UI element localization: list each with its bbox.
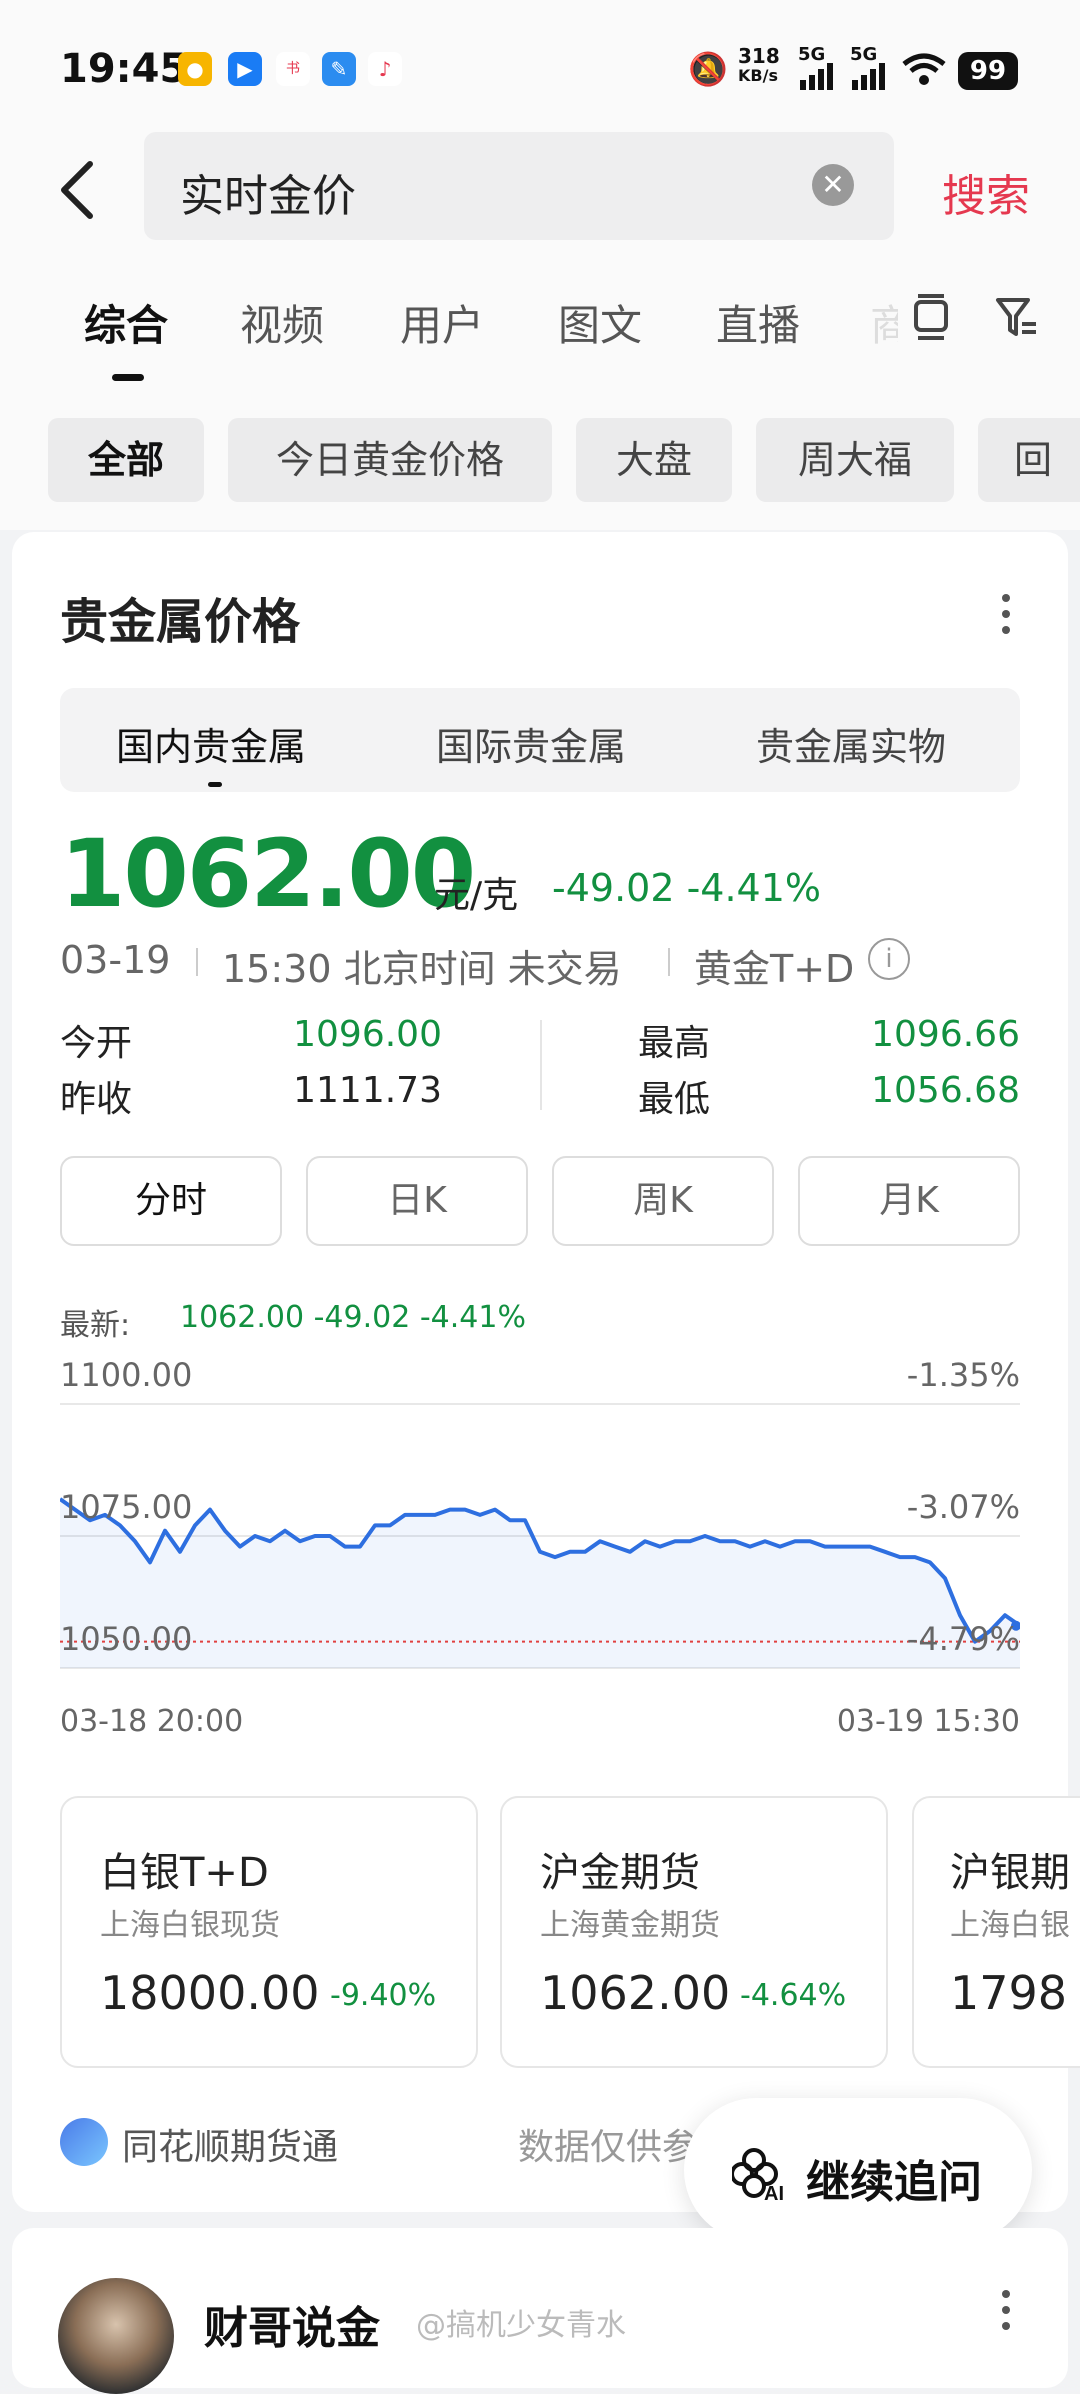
mini-card-title: 沪金期货 [540, 1850, 700, 1896]
mini-card-change: -4.64% [740, 1978, 847, 2013]
instrument-name: 黄金T+D [694, 947, 855, 991]
mini-card-subtitle: 上海白银 [950, 1908, 1070, 1943]
x-end-label: 03-19 15:30 [836, 1704, 1020, 1739]
tab-comprehensive[interactable]: 综合 [84, 292, 168, 353]
price-area [60, 1499, 1020, 1668]
status-time: 19:45 [60, 46, 188, 92]
divider [668, 948, 670, 976]
mini-card-price: 1062.00 [540, 1966, 731, 2020]
segment-domestic[interactable]: 国内贵金属 [116, 716, 306, 771]
post-more-icon[interactable] [1000, 2288, 1012, 2332]
tab-shop[interactable]: 商 [870, 292, 898, 353]
prev-close-label: 昨收 [60, 1079, 133, 1120]
data-source[interactable]: 同花顺期货通 [122, 2118, 338, 2170]
ai-badge: AI [764, 2183, 784, 2202]
back-arrow-icon[interactable] [58, 160, 98, 220]
layout-toggle-icon[interactable] [910, 292, 952, 342]
battery-icon: 99 [958, 52, 1018, 90]
tab-users[interactable]: 用户 [400, 292, 484, 353]
low-value: 1056.68 [871, 1070, 1020, 1111]
prev-close-value: 1111.73 [293, 1070, 442, 1111]
stats-divider [540, 1020, 542, 1110]
ai-follow-up-label[interactable]: 继续追问 [806, 2146, 982, 2210]
k-timeshare-button[interactable]: 分时 [60, 1156, 282, 1246]
clear-icon[interactable]: ✕ [812, 164, 854, 206]
y-tick-right-bottom: -4.79% [906, 1620, 1020, 1658]
wifi-icon [902, 53, 946, 85]
mini-card-subtitle: 上海白银现货 [100, 1908, 280, 1943]
segment-physical[interactable]: 贵金属实物 [756, 716, 946, 771]
intraday-chart[interactable] [60, 1360, 1020, 1680]
tab-video[interactable]: 视频 [240, 292, 324, 353]
segment-international[interactable]: 国际贵金属 [436, 716, 626, 771]
xiaohongshu-icon: 书 [276, 52, 310, 86]
mini-card-change: -9.40% [330, 1978, 437, 2013]
high-value: 1096.66 [871, 1014, 1020, 1055]
quote-date: 03-19 [60, 938, 171, 982]
watermark: @搞机少女青水 [416, 2308, 626, 2343]
signal-bars-icon [800, 63, 833, 90]
chip-chow-tai-fook[interactable]: 周大福 [756, 418, 954, 502]
price-unit: 元/克 [434, 875, 519, 916]
mini-card-title: 沪银期 [950, 1850, 1070, 1896]
search-button[interactable]: 搜索 [942, 160, 1030, 224]
current-price: 1062.00 [60, 820, 476, 929]
video-app-icon: ▶ [228, 52, 262, 86]
disclaimer: 数据仅供参 [518, 2127, 699, 2168]
y-tick-left-bottom: 1050.00 [60, 1620, 193, 1658]
high-label: 最高 [638, 1023, 711, 1064]
x-start-label: 03-18 20:00 [60, 1704, 244, 1739]
chip-all[interactable]: 全部 [48, 418, 204, 502]
card-title: 贵金属价格 [60, 594, 301, 650]
price-change: -49.02 -4.41% [552, 866, 822, 910]
ai-flower-icon: AI [732, 2148, 784, 2202]
signal-bars-2-icon [852, 63, 885, 90]
mini-card-price: 1798 [950, 1966, 1068, 2020]
open-value: 1096.00 [293, 1014, 442, 1055]
feather-app-icon: ✎ [322, 52, 356, 86]
y-tick-right-top: -1.35% [906, 1356, 1020, 1394]
active-tab-indicator [112, 374, 144, 381]
mini-card-price: 18000.00 [100, 1966, 320, 2020]
mini-card-title: 白银T+D [100, 1850, 269, 1896]
net-speed: 318 KB/s [738, 44, 780, 85]
open-label: 今开 [60, 1023, 133, 1064]
low-label: 最低 [638, 1079, 711, 1120]
author-name[interactable]: 财哥说金 [204, 2292, 380, 2356]
k-weekly-button[interactable]: 周K [552, 1156, 774, 1246]
tab-live[interactable]: 直播 [716, 292, 800, 353]
more-vertical-icon[interactable] [1000, 592, 1012, 636]
divider [196, 948, 198, 976]
y-tick-left-mid: 1075.00 [60, 1488, 193, 1526]
tiktok-icon: ♪ [368, 52, 402, 86]
chip-market[interactable]: 大盘 [576, 418, 732, 502]
mute-bell-icon: 🔕 [688, 50, 728, 88]
y-tick-right-mid: -3.07% [906, 1488, 1020, 1526]
tab-image-text[interactable]: 图文 [558, 292, 642, 353]
avatar[interactable] [58, 2278, 174, 2394]
search-query[interactable]: 实时金价 [180, 160, 356, 224]
quote-time: 15:30 北京时间 未交易 [222, 947, 622, 991]
filter-icon[interactable] [994, 294, 1040, 340]
mini-card-subtitle: 上海黄金期货 [540, 1908, 720, 1943]
latest-value: 1062.00 -49.02 -4.41% [180, 1300, 526, 1335]
chip-gold-price-today[interactable]: 今日黄金价格 [228, 418, 552, 502]
k-monthly-button[interactable]: 月K [798, 1156, 1020, 1246]
weibo-icon: ● [178, 52, 212, 86]
segment-indicator [208, 782, 222, 787]
chip-recycle[interactable]: 回收 [978, 418, 1080, 502]
latest-label: 最新: [60, 1308, 131, 1343]
ths-logo-icon [60, 2118, 108, 2166]
k-daily-button[interactable]: 日K [306, 1156, 528, 1246]
info-icon[interactable]: i [868, 938, 910, 980]
y-tick-left-top: 1100.00 [60, 1356, 193, 1394]
